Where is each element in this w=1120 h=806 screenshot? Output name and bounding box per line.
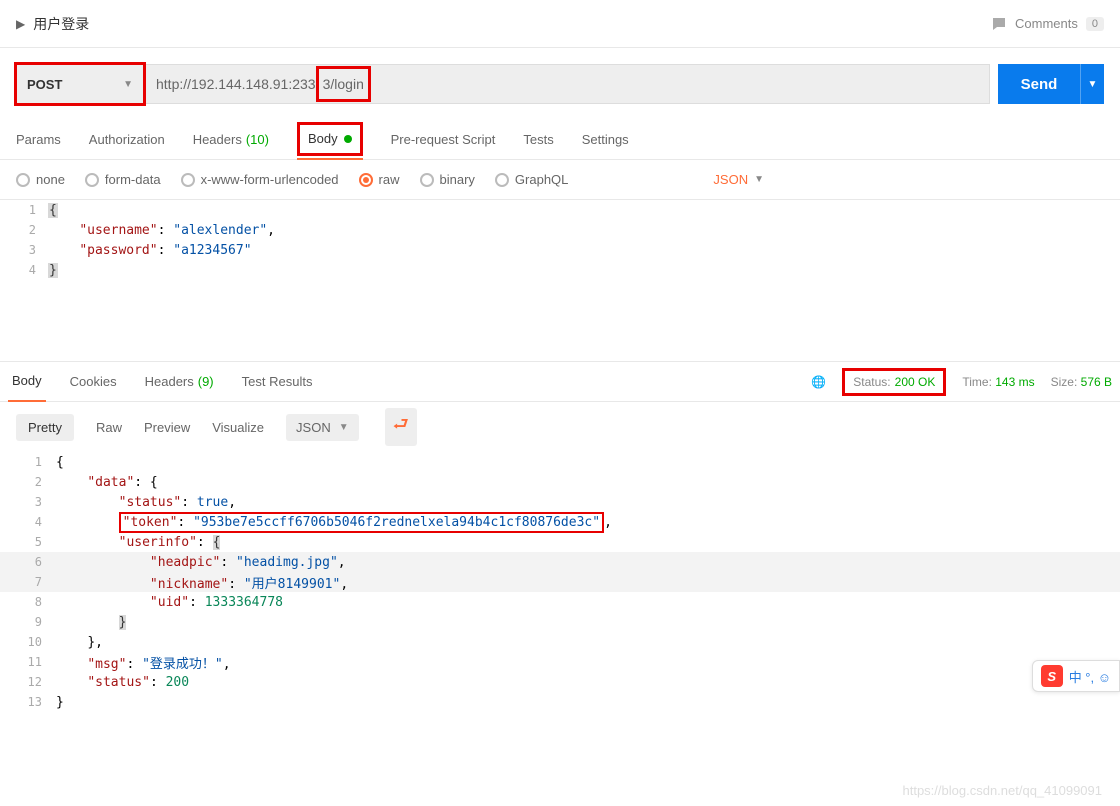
response-meta: 🌐 Status: 200 OK Time: 143 ms Size: 576 … [811,368,1112,396]
request-title: 用户登录 [33,14,991,34]
highlight-box: Status: 200 OK [842,368,946,396]
view-preview[interactable]: Preview [144,420,190,435]
tab-params[interactable]: Params [16,120,61,160]
collapse-icon[interactable]: ▶ [16,17,25,31]
tab-headers[interactable]: Headers(10) [193,120,269,160]
response-type-select[interactable]: JSON▼ [286,414,359,441]
size-label: Size: [1051,375,1078,389]
comments-label: Comments [1015,16,1078,31]
caret-down-icon: ▼ [1088,79,1098,90]
time-label: Time: [962,375,992,389]
body-format-select[interactable]: JSON▼ [713,172,764,187]
response-tabs: Body Cookies Headers(9) Test Results 🌐 S… [0,362,1120,402]
radio-none[interactable]: none [16,172,65,187]
send-dropdown[interactable]: ▼ [1080,64,1104,104]
comments-count: 0 [1086,17,1104,31]
ime-status: 中 °, ☺ [1069,667,1111,686]
radio-icon [359,173,373,187]
status-label: Status: [853,375,890,389]
radio-icon [16,173,30,187]
radio-raw[interactable]: raw [359,172,400,187]
tab-prerequest[interactable]: Pre-request Script [391,120,496,160]
tab-body[interactable]: Body [297,120,363,160]
method-value: POST [27,77,62,92]
url-input[interactable]: http://192.144.148.91:2333/login [144,64,990,104]
radio-binary[interactable]: binary [420,172,475,187]
view-raw[interactable]: Raw [96,420,122,435]
radio-icon [495,173,509,187]
time-value: 143 ms [995,375,1034,389]
status-value: 200 OK [895,375,936,389]
comment-icon [991,16,1007,32]
highlight-box: Body [297,122,363,156]
size-value: 576 B [1081,375,1112,389]
radio-graphql[interactable]: GraphQL [495,172,568,187]
wrap-lines-icon[interactable]: ⮐ [385,408,417,446]
request-bar: POST ▼ http://192.144.148.91:2333/login … [0,48,1120,120]
rtab-headers[interactable]: Headers(9) [141,362,218,402]
response-view-controls: Pretty Raw Preview Visualize JSON▼ ⮐ [0,402,1120,452]
sogou-icon: S [1041,665,1063,687]
tab-tests[interactable]: Tests [523,120,553,160]
url-prefix: http://192.144.148.91:233 [156,76,316,92]
caret-down-icon: ▼ [123,79,133,90]
globe-icon[interactable]: 🌐 [811,375,826,389]
highlight-box: "token": "953be7e5ccff6706b5046f2rednelx… [119,512,604,533]
rtab-cookies[interactable]: Cookies [66,362,121,402]
watermark: https://blog.csdn.net/qq_41099091 [903,783,1103,798]
comments-button[interactable]: Comments 0 [991,16,1104,32]
method-select[interactable]: POST ▼ [16,64,144,104]
tab-settings[interactable]: Settings [582,120,629,160]
view-visualize[interactable]: Visualize [212,420,264,435]
rtab-body[interactable]: Body [8,362,46,402]
caret-down-icon: ▼ [339,422,349,433]
radio-icon [85,173,99,187]
request-header: ▶ 用户登录 Comments 0 [0,0,1120,48]
ime-toolbar[interactable]: S 中 °, ☺ [1032,660,1120,692]
radio-icon [181,173,195,187]
radio-xwww[interactable]: x-www-form-urlencoded [181,172,339,187]
request-body-editor[interactable]: 1{ 2 "username": "alexlender", 3 "passwo… [0,200,1120,362]
body-type-row: none form-data x-www-form-urlencoded raw… [0,160,1120,200]
request-tabs: Params Authorization Headers(10) Body Pr… [0,120,1120,160]
response-body-editor[interactable]: 1{ 2 "data": { 3 "status": true, 4 "toke… [0,452,1120,712]
tab-authorization[interactable]: Authorization [89,120,165,160]
view-pretty[interactable]: Pretty [16,414,74,441]
radio-icon [420,173,434,187]
radio-formdata[interactable]: form-data [85,172,161,187]
caret-down-icon: ▼ [754,174,764,185]
rtab-tests[interactable]: Test Results [238,362,317,402]
modified-dot-icon [344,135,352,143]
send-button[interactable]: Send [998,64,1080,104]
highlight-box: 3/login [316,66,371,102]
